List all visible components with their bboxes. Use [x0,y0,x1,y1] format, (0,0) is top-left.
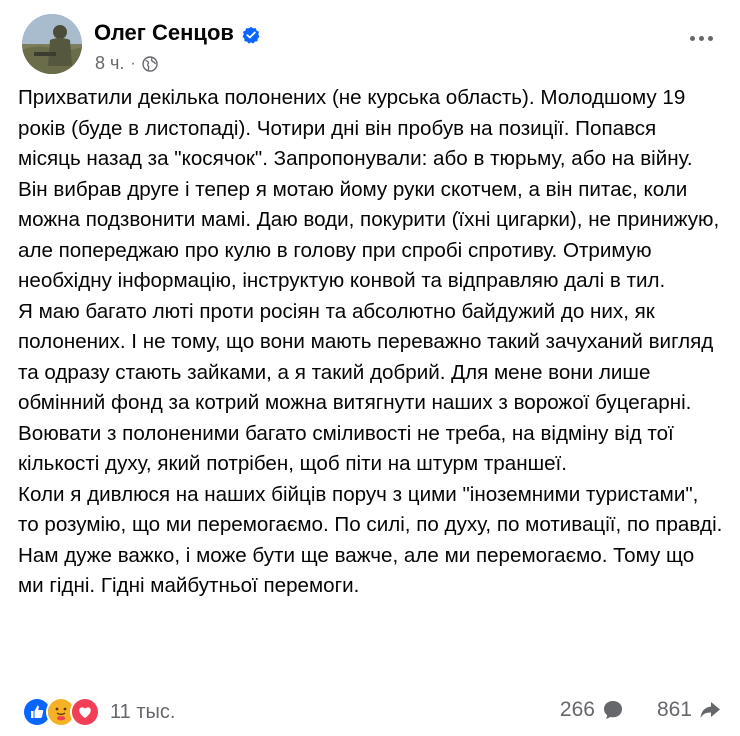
globe-icon[interactable] [142,55,158,72]
comment-icon [601,698,625,722]
post-card: Олег Сенцов 8 ч. · Прихватили декілька п… [0,0,740,736]
reactions-count[interactable]: 11 тыс. [110,701,175,724]
post-paragraph: Прихватили декілька полонених (не курськ… [18,86,720,292]
more-dot-icon [698,35,704,41]
verified-badge-icon [242,24,260,44]
author-name[interactable]: Олег Сенцов [94,20,234,46]
comments-count: 266 [559,698,595,721]
post-footer: 11 тыс. 266 861 [22,693,722,731]
post-header: Олег Сенцов 8 ч. · [18,10,722,80]
engagement-stats: 266 861 [560,698,722,722]
shares-stat[interactable]: 861 [657,698,722,722]
reactions-summary[interactable]: 11 тыс. [22,697,175,727]
shares-count: 861 [656,698,692,721]
post-meta: 8 ч. · [95,53,158,74]
post-text: Прихватили декілька полонених (не курськ… [18,83,724,602]
more-dot-icon [707,35,713,41]
avatar[interactable] [22,14,82,74]
more-dot-icon [689,35,695,41]
post-paragraph: Я маю багато люті проти росіян та абсолю… [18,299,714,476]
comments-stat[interactable]: 266 [560,698,625,722]
meta-separator: · [130,54,136,72]
author-name-row: Олег Сенцов [94,20,260,46]
avatar-photo [22,14,82,74]
share-icon [698,698,722,722]
love-reaction-icon [70,697,100,727]
post-paragraph: Коли я дивлюся на наших бійців поруч з ц… [18,482,723,598]
post-timestamp[interactable]: 8 ч. [95,53,124,74]
more-options-button[interactable] [686,26,716,50]
